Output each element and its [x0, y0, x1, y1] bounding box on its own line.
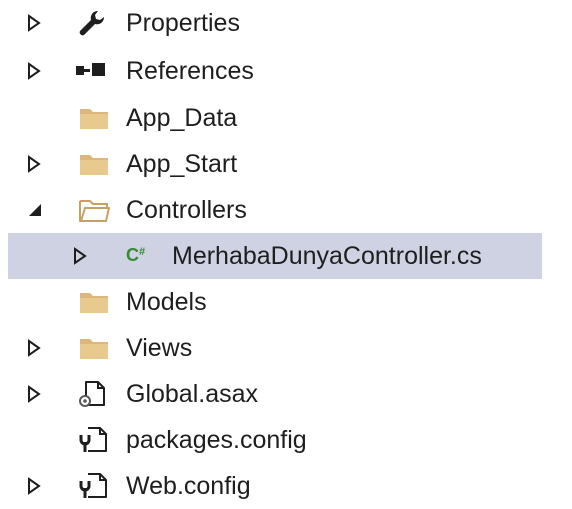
collapsed-arrow-icon[interactable] [26, 339, 44, 357]
tree-item-label: References [126, 57, 254, 85]
tree-item-references[interactable]: References [0, 48, 572, 94]
tree-item-label: Web.config [126, 472, 251, 500]
expanded-arrow-icon[interactable] [26, 201, 44, 219]
tree-item-label: packages.config [126, 426, 307, 454]
folder-icon [78, 103, 110, 133]
tree-item-models[interactable]: Models [0, 279, 572, 325]
collapsed-arrow-icon[interactable] [26, 14, 44, 32]
tree-item-label: Global.asax [126, 380, 259, 408]
collapsed-arrow-icon[interactable] [26, 477, 44, 495]
references-icon [74, 56, 106, 86]
svg-text:C: C [126, 245, 139, 265]
svg-text:#: # [139, 246, 145, 258]
tree-item-label: Views [126, 334, 193, 362]
folder-icon [78, 149, 110, 179]
tree-item-label: Properties [126, 9, 240, 37]
collapsed-arrow-icon[interactable] [72, 247, 90, 265]
tree-item-packages-config[interactable]: packages.config [0, 417, 572, 463]
csharp-file-icon: C # [126, 243, 158, 273]
tree-item-label: Controllers [126, 196, 247, 224]
tree-item-global-asax[interactable]: Global.asax [0, 371, 572, 417]
tree-item-app-data[interactable]: App_Data [0, 95, 572, 141]
collapsed-arrow-icon[interactable] [26, 62, 44, 80]
folder-open-icon [78, 195, 110, 225]
tree-item-merhaba-dunya-controller[interactable]: C # MerhabaDunyaController.cs [8, 233, 542, 279]
tree-item-label: Models [126, 288, 207, 316]
folder-icon [78, 287, 110, 317]
tree-item-properties[interactable]: Properties [0, 0, 572, 46]
config-file-icon [78, 471, 110, 501]
tree-item-label: App_Start [126, 150, 238, 178]
tree-item-controllers[interactable]: Controllers [0, 187, 572, 233]
folder-icon [78, 333, 110, 363]
tree-item-label: MerhabaDunyaController.cs [172, 242, 482, 270]
tree-item-views[interactable]: Views [0, 325, 572, 371]
tree-item-label: App_Data [126, 104, 238, 132]
asax-file-icon [78, 379, 110, 409]
solution-explorer-tree: Properties References App_Data App_Start… [0, 0, 572, 502]
config-file-icon [78, 425, 110, 455]
collapsed-arrow-icon[interactable] [26, 385, 44, 403]
wrench-icon [76, 8, 108, 38]
tree-item-app-start[interactable]: App_Start [0, 141, 572, 187]
collapsed-arrow-icon[interactable] [26, 155, 44, 173]
tree-item-web-config[interactable]: Web.config [0, 463, 572, 509]
